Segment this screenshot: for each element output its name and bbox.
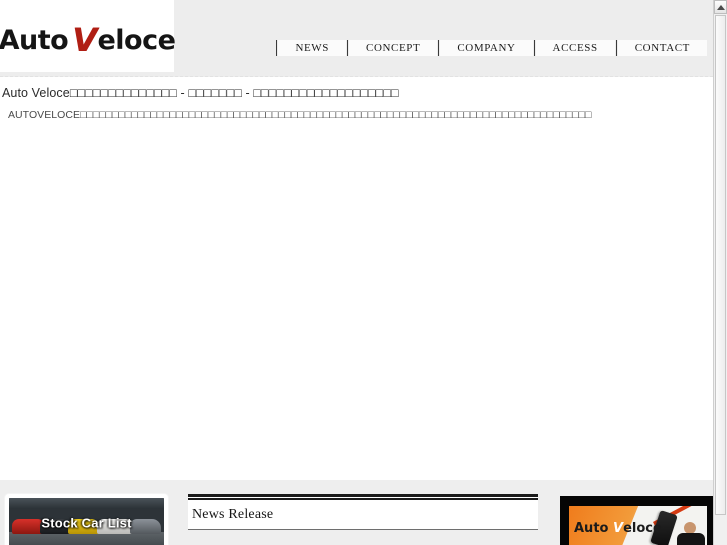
banner-text-pre: Auto: [574, 521, 613, 536]
nav-item-news[interactable]: NEWS: [278, 40, 347, 56]
banner-checkmark-icon: V: [613, 521, 624, 536]
chevron-up-icon: [716, 4, 725, 10]
logo-text-pre: Auto: [0, 25, 69, 56]
site-logo[interactable]: Auto Veloce: [0, 0, 176, 72]
page-title: Auto Veloce□□□□□□□□□□□□□□ - □□□□□□□ - □□…: [2, 86, 399, 100]
site-header: Auto Veloce NEWS CONCEPT COMPANY ACCESS C…: [0, 0, 713, 77]
nav-item-company[interactable]: COMPANY: [440, 40, 533, 56]
banner-text-post: eloce: [623, 521, 662, 536]
stock-car-photo: Stock Car List: [9, 498, 164, 545]
nav-item-concept[interactable]: CONCEPT: [349, 40, 438, 56]
vertical-scrollbar[interactable]: [713, 0, 727, 545]
nav-item-contact[interactable]: CONTACT: [617, 40, 707, 56]
person-figure: [677, 522, 705, 545]
main-content: Auto Veloce□□□□□□□□□□□□□□ - □□□□□□□ - □□…: [0, 77, 713, 480]
scroll-up-button[interactable]: [714, 0, 727, 14]
person-body: [677, 533, 705, 545]
nav-item-access[interactable]: ACCESS: [535, 40, 615, 56]
page-description: AUTOVELOCE□□□□□□□□□□□□□□□□□□□□□□□□□□□□□□…: [8, 109, 592, 121]
scrollbar-thumb[interactable]: [715, 15, 726, 515]
main-navigation: NEWS CONCEPT COMPANY ACCESS CONTACT: [275, 38, 707, 58]
promo-banner-image: Auto Veloce: [569, 506, 707, 545]
promo-banner-card[interactable]: Auto Veloce: [560, 496, 713, 545]
page-viewport: Auto Veloce NEWS CONCEPT COMPANY ACCESS C…: [0, 0, 713, 545]
nav-divider: [533, 40, 535, 56]
footer-band: Stock Car List News Release Auto Veloce: [0, 480, 713, 545]
news-release-panel: News Release: [188, 494, 538, 545]
logo-wordmark: Auto Veloce: [0, 22, 176, 56]
nav-divider: [438, 40, 440, 56]
stock-car-list-card[interactable]: Stock Car List: [5, 494, 168, 545]
nav-divider: [615, 40, 617, 56]
nav-divider: [347, 40, 349, 56]
photo-background: [9, 498, 164, 510]
photo-floor: [9, 532, 164, 545]
nav-divider: [276, 40, 278, 56]
stock-car-list-label: Stock Car List: [41, 515, 132, 531]
logo-checkmark-icon: V: [72, 21, 97, 59]
banner-wordmark: Auto Veloce: [574, 521, 662, 536]
logo-text-post: eloce: [97, 25, 176, 56]
news-release-title: News Release: [192, 506, 274, 522]
news-release-header: News Release: [188, 500, 538, 530]
